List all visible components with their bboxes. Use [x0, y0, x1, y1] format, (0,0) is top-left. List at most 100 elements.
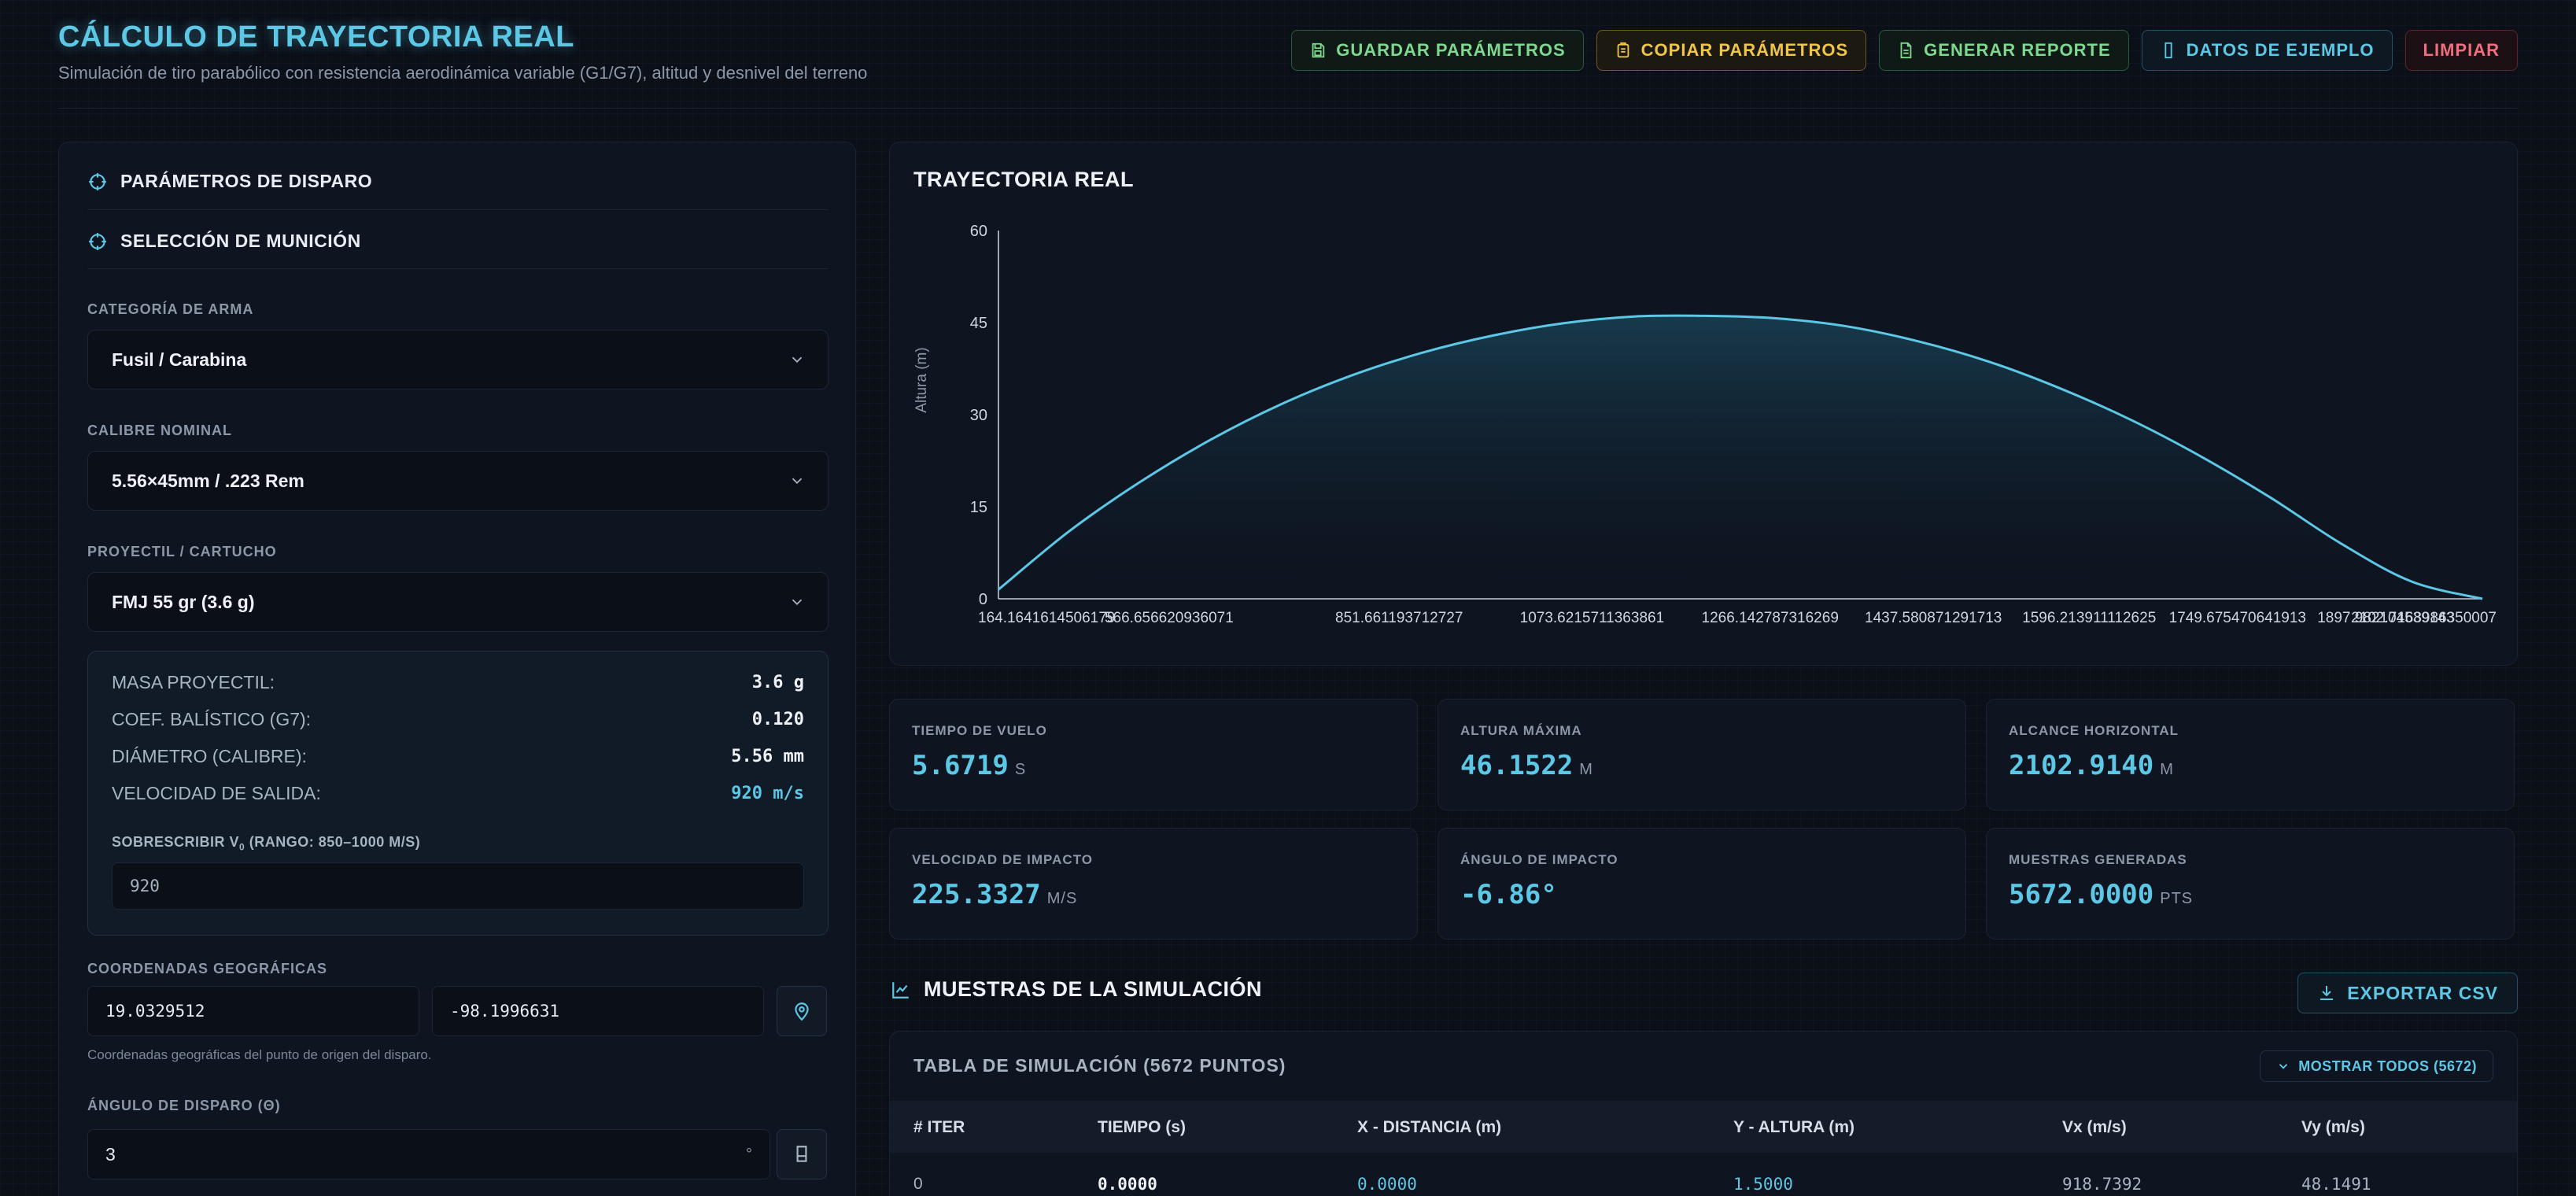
generate-report-label: GENERAR REPORTE: [1924, 40, 2111, 60]
show-all-button[interactable]: MOSTRAR TODOS (5672): [2260, 1050, 2493, 1082]
spec-velocity-value: 920 m/s: [731, 783, 804, 803]
crosshair-icon: [89, 172, 106, 190]
stat-value: 46.1522 M: [1460, 750, 1593, 781]
projectile-select[interactable]: FMJ 55 gr (3.6 g): [87, 572, 829, 632]
x-tick-label: 2102.7168986350007: [2351, 610, 2497, 626]
stat-unit: M/S: [1046, 890, 1078, 907]
stat-unit: S: [1014, 761, 1027, 778]
table-header: # ITER TIEMPO (s) X - DISTANCIA (m) Y - …: [890, 1101, 2517, 1153]
stat-unit: M: [1579, 761, 1593, 778]
cell-y: 1.5000: [1733, 1175, 1793, 1194]
angle-label: ÁNGULO DE DISPARO (Θ): [87, 1098, 281, 1113]
angle-input[interactable]: 3 °: [87, 1129, 770, 1179]
clipboard-icon: [1617, 42, 1629, 58]
stat-value: 225.3327 M/S: [912, 879, 1077, 910]
y-tick-label: 60: [970, 223, 987, 240]
clear-button[interactable]: LIMPIAR: [2404, 30, 2518, 71]
locate-button[interactable]: [777, 986, 827, 1036]
section-ammo-select[interactable]: SELECCIÓN DE MUNICIÓN: [87, 231, 361, 252]
spec-diameter-label: DIÁMETRO (CALIBRE):: [112, 745, 307, 766]
angle-value: 3: [105, 1143, 116, 1165]
table-title: TABLA DE SIMULACIÓN (5672 PUNTOS): [913, 1055, 1286, 1076]
spec-mass: MASA PROYECTIL: 3.6 g: [112, 670, 804, 694]
y-tick-label: 45: [970, 315, 987, 332]
coords-label: COORDENADAS GEOGRÁFICAS: [87, 961, 328, 976]
spec-bc: COEF. BALÍSTICO (G7): 0.120: [112, 707, 804, 731]
copy-params-label: COPIAR PARÁMETROS: [1640, 40, 1849, 60]
save-params-button[interactable]: GUARDAR PARÁMETROS: [1291, 30, 1584, 71]
parameters-panel: PARÁMETROS DE DISPARO SELECCIÓN DE MUNIC…: [58, 142, 856, 1196]
coords-hint: Coordenadas geográficas del punto de ori…: [87, 1047, 432, 1062]
stat-number: 5.6719: [912, 750, 1009, 781]
caliber-label: CALIBRE NOMINAL: [87, 423, 232, 438]
page-subtitle: Simulación de tiro parabólico con resist…: [58, 63, 868, 83]
spec-diameter-value: 5.56 mm: [731, 746, 804, 766]
stat-label: ALCANCE HORIZONTAL: [2009, 723, 2179, 738]
longitude-input[interactable]: -98.1996631: [432, 986, 764, 1036]
stat-label: MUESTRAS GENERADAS: [2009, 852, 2187, 867]
document-icon: [1900, 42, 1912, 59]
stat-max-height: ALTURA MÁXIMA 46.1522 M: [1437, 699, 1966, 810]
column-header[interactable]: Y - ALTURA (m): [1733, 1118, 1854, 1137]
column-header[interactable]: # ITER: [913, 1118, 965, 1137]
stat-number: 2102.9140: [2009, 750, 2154, 781]
y-tick-label: 0: [979, 591, 987, 608]
export-csv-button[interactable]: EXPORTAR CSV: [2297, 973, 2518, 1013]
projectile-label: PROYECTIL / CARTUCHO: [87, 544, 277, 559]
override-velocity-label: SOBRESCRIBIR V0 (RANGO: 850–1000 M/S): [112, 834, 420, 853]
cup-icon: [796, 1146, 807, 1162]
section-shot-params[interactable]: PARÁMETROS DE DISPARO: [87, 171, 372, 192]
override-velocity-input[interactable]: 920: [112, 862, 804, 910]
stat-samples-generated: MUESTRAS GENERADAS 5672.0000 PTS: [1986, 828, 2515, 939]
stat-label: VELOCIDAD DE IMPACTO: [912, 852, 1093, 867]
angle-unit: °: [746, 1145, 752, 1163]
generate-report-button[interactable]: GENERAR REPORTE: [1879, 30, 2129, 71]
stat-value: 5.6719 S: [912, 750, 1026, 781]
section-ammo-title: SELECCIÓN DE MUNICIÓN: [120, 231, 361, 251]
stat-value: -6.86°: [1460, 879, 1563, 910]
flask-icon: [2165, 42, 2172, 59]
copy-params-button[interactable]: COPIAR PARÁMETROS: [1596, 30, 1867, 71]
samples-header: MUESTRAS DE LA SIMULACIÓN: [891, 977, 1262, 1002]
x-tick-label: 1266.142787316269: [1702, 610, 1839, 626]
samples-title: MUESTRAS DE LA SIMULACIÓN: [924, 977, 1262, 1001]
cell-iter: 0: [913, 1175, 923, 1193]
stat-flight-time: TIEMPO DE VUELO 5.6719 S: [889, 699, 1418, 810]
stat-number: -6.86°: [1460, 879, 1557, 910]
column-header[interactable]: Vy (m/s): [2301, 1118, 2365, 1137]
column-header[interactable]: X - DISTANCIA (m): [1357, 1118, 1501, 1137]
stat-unit: PTS: [2160, 890, 2194, 907]
y-axis-label: Altura (m): [913, 347, 930, 412]
cell-vy: 48.1491: [2301, 1175, 2371, 1194]
map-pin-icon: [795, 1002, 809, 1021]
x-tick-label: 851.661193712727: [1335, 610, 1463, 626]
latitude-input[interactable]: 19.0329512: [87, 986, 419, 1036]
column-header[interactable]: Vx (m/s): [2062, 1118, 2127, 1137]
x-tick-label: 164.1641614506179: [978, 610, 1115, 626]
stat-number: 5672.0000: [2009, 879, 2154, 910]
show-all-label: MOSTRAR TODOS (5672): [2298, 1058, 2477, 1074]
divider: [87, 268, 829, 269]
spec-bc-label: COEF. BALÍSTICO (G7):: [112, 708, 312, 729]
trajectory-area: [998, 316, 2482, 599]
stat-value: 5672.0000 PTS: [2009, 879, 2193, 910]
stat-label: TIEMPO DE VUELO: [912, 723, 1047, 738]
column-header[interactable]: TIEMPO (s): [1098, 1118, 1186, 1137]
y-tick-label: 15: [970, 499, 987, 516]
clear-label: LIMPIAR: [2423, 40, 2500, 60]
spec-velocity-label: VELOCIDAD DE SALIDA:: [112, 782, 321, 803]
save-icon: [1312, 42, 1325, 58]
weapon-category-select[interactable]: Fusil / Carabina: [87, 330, 829, 389]
stat-value: 2102.9140 M: [2009, 750, 2174, 781]
spec-mass-label: MASA PROYECTIL:: [112, 671, 275, 692]
y-tick-label: 30: [970, 407, 987, 424]
caliber-select[interactable]: 5.56×45mm / .223 Rem: [87, 451, 829, 511]
sample-data-button[interactable]: DATOS DE EJEMPLO: [2141, 30, 2393, 71]
angle-calc-button[interactable]: [777, 1129, 827, 1179]
spec-diameter: DIÁMETRO (CALIBRE): 5.56 mm: [112, 744, 804, 768]
page-title: CÁLCULO DE TRAYECTORIA REAL: [58, 20, 575, 54]
x-tick-label: 1073.6215711363861: [1520, 610, 1665, 626]
spec-mass-value: 3.6 g: [751, 672, 804, 692]
x-tick-label: 1437.580871291713: [1865, 610, 2002, 626]
stat-impact-angle: ÁNGULO DE IMPACTO -6.86°: [1437, 828, 1966, 939]
